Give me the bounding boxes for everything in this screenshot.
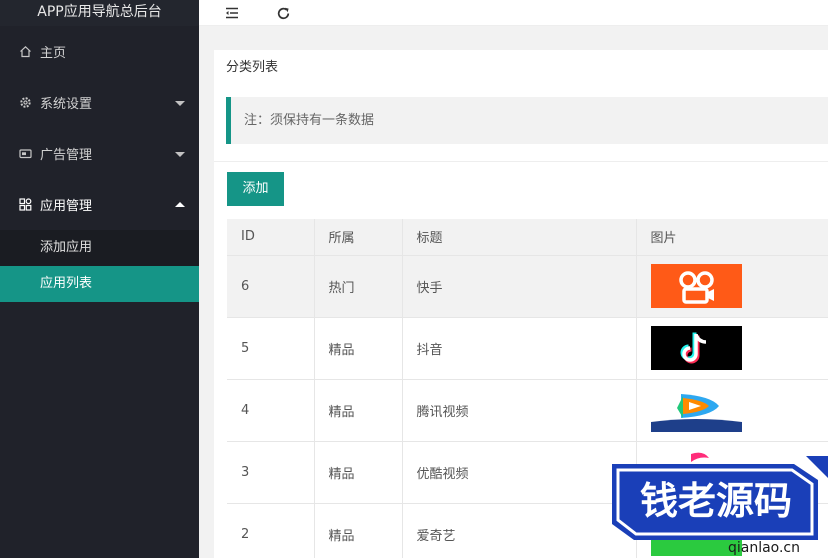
sidebar: APP应用导航总后台 主页 系统设置 广告管理 应用管理 添加应用 应用列表 bbox=[0, 0, 199, 558]
cell-title: 腾讯视频 bbox=[402, 379, 637, 442]
sidebar-item-system-settings[interactable]: 系统设置 bbox=[0, 77, 199, 128]
sidebar-subitem-add-app[interactable]: 添加应用 bbox=[0, 230, 199, 266]
submenu-app-management: 添加应用 应用列表 bbox=[0, 230, 199, 302]
cell-id: 6 bbox=[227, 255, 315, 318]
sidebar-item-label: 应用管理 bbox=[40, 199, 93, 214]
cell-category: 精品 bbox=[314, 441, 403, 504]
table-row[interactable]: 4 精品 腾讯视频 bbox=[227, 379, 828, 442]
douyin-logo bbox=[650, 326, 742, 370]
divider bbox=[214, 161, 828, 162]
card-title: 分类列表 bbox=[226, 60, 279, 75]
watermark-logo: 钱老源码 qianlao.cn bbox=[612, 456, 828, 556]
cell-title: 爱奇艺 bbox=[402, 503, 637, 558]
cell-id: 5 bbox=[227, 317, 315, 380]
table-row[interactable]: 6 热门 快手 bbox=[227, 255, 828, 318]
cell-id: 2 bbox=[227, 503, 315, 558]
chevron-up-icon bbox=[175, 201, 185, 207]
sidebar-item-label: 广告管理 bbox=[40, 148, 93, 163]
apps-icon bbox=[18, 198, 32, 212]
watermark-text: 钱老源码 bbox=[640, 479, 792, 523]
table-header-row: ID 所属 标题 图片 bbox=[227, 219, 828, 256]
note-banner: 注：须保持有一条数据 bbox=[226, 97, 828, 144]
sidebar-item-label: 主页 bbox=[40, 46, 67, 61]
ad-icon bbox=[18, 147, 32, 161]
gear-icon bbox=[18, 96, 32, 110]
add-button[interactable]: 添加 bbox=[227, 172, 284, 206]
sidebar-item-ad-management[interactable]: 广告管理 bbox=[0, 128, 199, 179]
cell-title: 抖音 bbox=[402, 317, 637, 380]
cell-category: 热门 bbox=[314, 255, 403, 318]
cell-id: 3 bbox=[227, 441, 315, 504]
table-row[interactable]: 5 精品 抖音 bbox=[227, 317, 828, 380]
kuaishou-logo bbox=[650, 264, 742, 308]
cell-title: 快手 bbox=[402, 255, 637, 318]
watermark-url: qianlao.cn bbox=[728, 540, 800, 556]
sidebar-subitem-app-list[interactable]: 应用列表 bbox=[0, 266, 199, 302]
column-header-title: 标题 bbox=[402, 219, 637, 256]
cell-category: 精品 bbox=[314, 503, 403, 558]
home-icon bbox=[18, 45, 32, 59]
chevron-down-icon bbox=[175, 100, 185, 106]
cell-id: 4 bbox=[227, 379, 315, 442]
tencent-video-logo bbox=[650, 388, 742, 432]
sidebar-item-home[interactable]: 主页 bbox=[0, 26, 199, 77]
refresh-icon[interactable] bbox=[274, 4, 292, 22]
column-header-category: 所属 bbox=[314, 219, 403, 256]
app-title: APP应用导航总后台 bbox=[0, 0, 199, 26]
sidebar-item-label: 系统设置 bbox=[40, 97, 93, 112]
cell-category: 精品 bbox=[314, 379, 403, 442]
column-header-id: ID bbox=[227, 219, 315, 256]
menu-collapse-icon[interactable] bbox=[223, 4, 241, 22]
column-header-image: 图片 bbox=[636, 219, 828, 256]
cell-title: 优酷视频 bbox=[402, 441, 637, 504]
cell-category: 精品 bbox=[314, 317, 403, 380]
top-toolbar bbox=[199, 0, 828, 26]
sidebar-item-app-management[interactable]: 应用管理 bbox=[0, 179, 199, 230]
chevron-down-icon bbox=[175, 151, 185, 157]
